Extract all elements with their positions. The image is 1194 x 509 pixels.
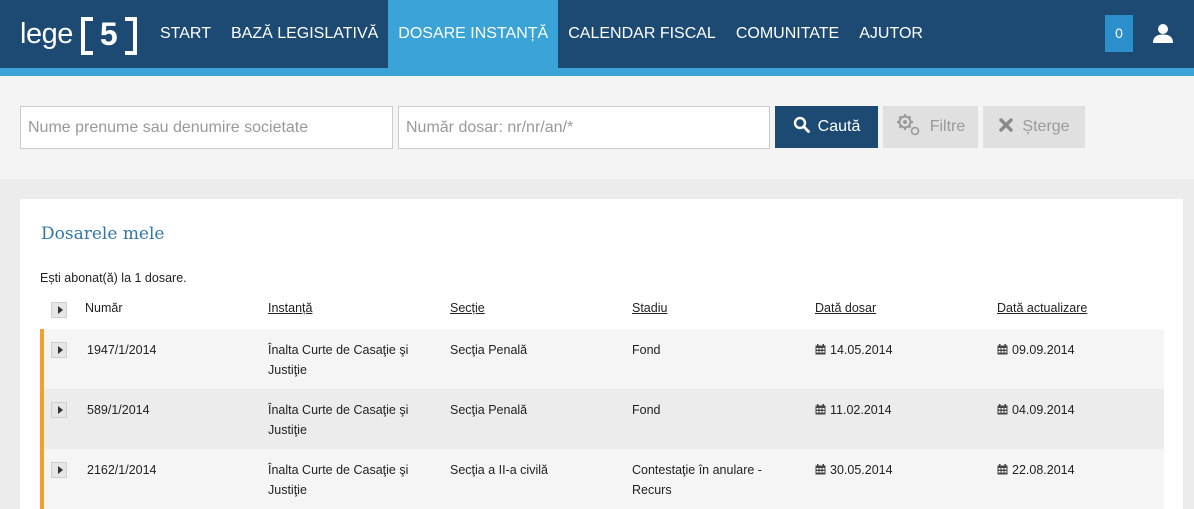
cell-numar: 589/1/2014 xyxy=(87,403,150,417)
lege5-logo[interactable]: lege 5 xyxy=(20,14,137,55)
cell-stadiu: Fond xyxy=(632,400,661,420)
expand-all-toggle[interactable] xyxy=(51,302,67,318)
calendar-icon xyxy=(997,341,1008,355)
calendar-icon xyxy=(997,401,1008,415)
caret-right-icon xyxy=(57,306,63,314)
data-actualizare-value: 09.09.2014 xyxy=(1012,343,1075,357)
calendar-icon xyxy=(815,341,826,355)
cell-sectie: Secţia Penală xyxy=(450,403,528,417)
cell-instanta: Înalta Curte de Casaţie şi Justiţie xyxy=(268,460,408,500)
cell-numar: 2162/1/2014 xyxy=(87,463,157,477)
cell-stadiu-line1: Contestaţie în anulare - xyxy=(632,463,762,477)
cell-sectie: Secţia Penală xyxy=(450,343,528,357)
caret-right-icon xyxy=(57,346,63,354)
search-icon xyxy=(793,116,810,138)
column-header-instanta[interactable]: Instanță xyxy=(268,301,312,315)
dossier-number-input[interactable] xyxy=(398,106,770,149)
my-dossiers-panel: Dosarele mele Ești abonat(ă) la 1 dosare… xyxy=(20,199,1183,509)
cell-instanta-line2: Justiţie xyxy=(268,423,307,437)
table-row[interactable]: 1947/1/2014 Înalta Curte de Casaţie şi J… xyxy=(40,329,1164,389)
row-expand-toggle[interactable] xyxy=(51,342,67,358)
row-expand-toggle[interactable] xyxy=(51,402,67,418)
cell-instanta-line1: Înalta Curte de Casaţie şi xyxy=(268,403,409,417)
cell-stadiu-line1: Fond xyxy=(632,403,661,417)
user-icon[interactable] xyxy=(1152,22,1174,44)
cell-stadiu-line2: Recurs xyxy=(632,483,672,497)
nav-item-calendar-fiscal[interactable]: CALENDAR FISCAL xyxy=(558,0,726,68)
column-header-data-actualizare[interactable]: Dată actualizare xyxy=(997,301,1087,315)
name-search-input[interactable] xyxy=(20,106,393,149)
search-bar: Caută Filtre Șterge xyxy=(0,76,1194,179)
cell-data-dosar: 30.05.2014 xyxy=(815,460,893,480)
main-nav: START BAZĂ LEGISLATIVĂ DOSARE INSTANȚĂ C… xyxy=(150,0,933,68)
cell-stadiu-line1: Fond xyxy=(632,343,661,357)
cell-data-actualizare: 09.09.2014 xyxy=(997,340,1075,360)
data-dosar-value: 11.02.2014 xyxy=(830,403,892,417)
logo-number: 5 xyxy=(80,17,137,55)
cell-instanta: Înalta Curte de Casaţie şi Justiţie xyxy=(268,340,408,380)
gears-icon xyxy=(896,113,922,142)
notification-count-badge[interactable]: 0 xyxy=(1105,15,1133,52)
cell-data-dosar: 14.05.2014 xyxy=(815,340,893,360)
clear-button[interactable]: Șterge xyxy=(983,106,1085,148)
cell-data-dosar: 11.02.2014 xyxy=(815,400,892,420)
data-dosar-value: 14.05.2014 xyxy=(830,343,893,357)
cell-instanta-line1: Înalta Curte de Casaţie şi xyxy=(268,463,409,477)
filter-button-label: Filtre xyxy=(929,118,966,135)
row-expand-toggle[interactable] xyxy=(51,462,67,478)
nav-item-dosare-instanta[interactable]: DOSARE INSTANȚĂ xyxy=(388,0,559,68)
column-header-sectie[interactable]: Secție xyxy=(450,301,485,315)
data-actualizare-value: 22.08.2014 xyxy=(1012,463,1075,477)
cell-sectie: Secţia a II-a civilă xyxy=(450,463,548,477)
cell-instanta: Înalta Curte de Casaţie şi Justiţie xyxy=(268,400,408,440)
cell-instanta-line1: Înalta Curte de Casaţie şi xyxy=(268,343,409,357)
calendar-icon xyxy=(815,401,826,415)
cell-numar: 1947/1/2014 xyxy=(87,343,157,357)
search-button-label: Caută xyxy=(817,118,861,135)
caret-right-icon xyxy=(57,406,63,414)
subscription-count-text: Ești abonat(ă) la 1 dosare. xyxy=(40,271,187,285)
close-icon xyxy=(998,117,1014,138)
column-header-data-dosar[interactable]: Dată dosar xyxy=(815,301,876,315)
clear-button-label: Șterge xyxy=(1022,118,1070,135)
cell-data-actualizare: 22.08.2014 xyxy=(997,460,1075,480)
column-header-stadiu[interactable]: Stadiu xyxy=(632,301,667,315)
table-row[interactable]: 2162/1/2014 Înalta Curte de Casaţie şi J… xyxy=(40,449,1164,509)
page-title: Dosarele mele xyxy=(41,224,165,244)
filter-button[interactable]: Filtre xyxy=(883,106,978,148)
cell-data-actualizare: 04.09.2014 xyxy=(997,400,1075,420)
cell-stadiu: Contestaţie în anulare - Recurs xyxy=(632,460,762,500)
cell-instanta-line2: Justiţie xyxy=(268,483,307,497)
nav-item-comunitate[interactable]: COMUNITATE xyxy=(726,0,849,68)
data-dosar-value: 30.05.2014 xyxy=(830,463,893,477)
calendar-icon xyxy=(997,461,1008,475)
nav-item-start[interactable]: START xyxy=(150,0,221,68)
top-navigation-bar: lege 5 START BAZĂ LEGISLATIVĂ DOSARE INS… xyxy=(0,0,1194,68)
logo-text: lege xyxy=(20,18,73,50)
table-row[interactable]: 589/1/2014 Înalta Curte de Casaţie şi Ju… xyxy=(40,389,1164,449)
calendar-icon xyxy=(815,461,826,475)
data-actualizare-value: 04.09.2014 xyxy=(1012,403,1075,417)
nav-item-ajutor[interactable]: AJUTOR xyxy=(849,0,933,68)
table-header: Număr Instanță Secție Stadiu Dată dosar … xyxy=(40,295,1164,329)
nav-accent-stripe xyxy=(0,68,1194,76)
cell-stadiu: Fond xyxy=(632,340,661,360)
column-header-numar: Număr xyxy=(85,301,123,315)
nav-item-baza-legislativa[interactable]: BAZĂ LEGISLATIVĂ xyxy=(221,0,388,68)
caret-right-icon xyxy=(57,466,63,474)
search-button[interactable]: Caută xyxy=(775,106,878,148)
cell-instanta-line2: Justiţie xyxy=(268,363,307,377)
